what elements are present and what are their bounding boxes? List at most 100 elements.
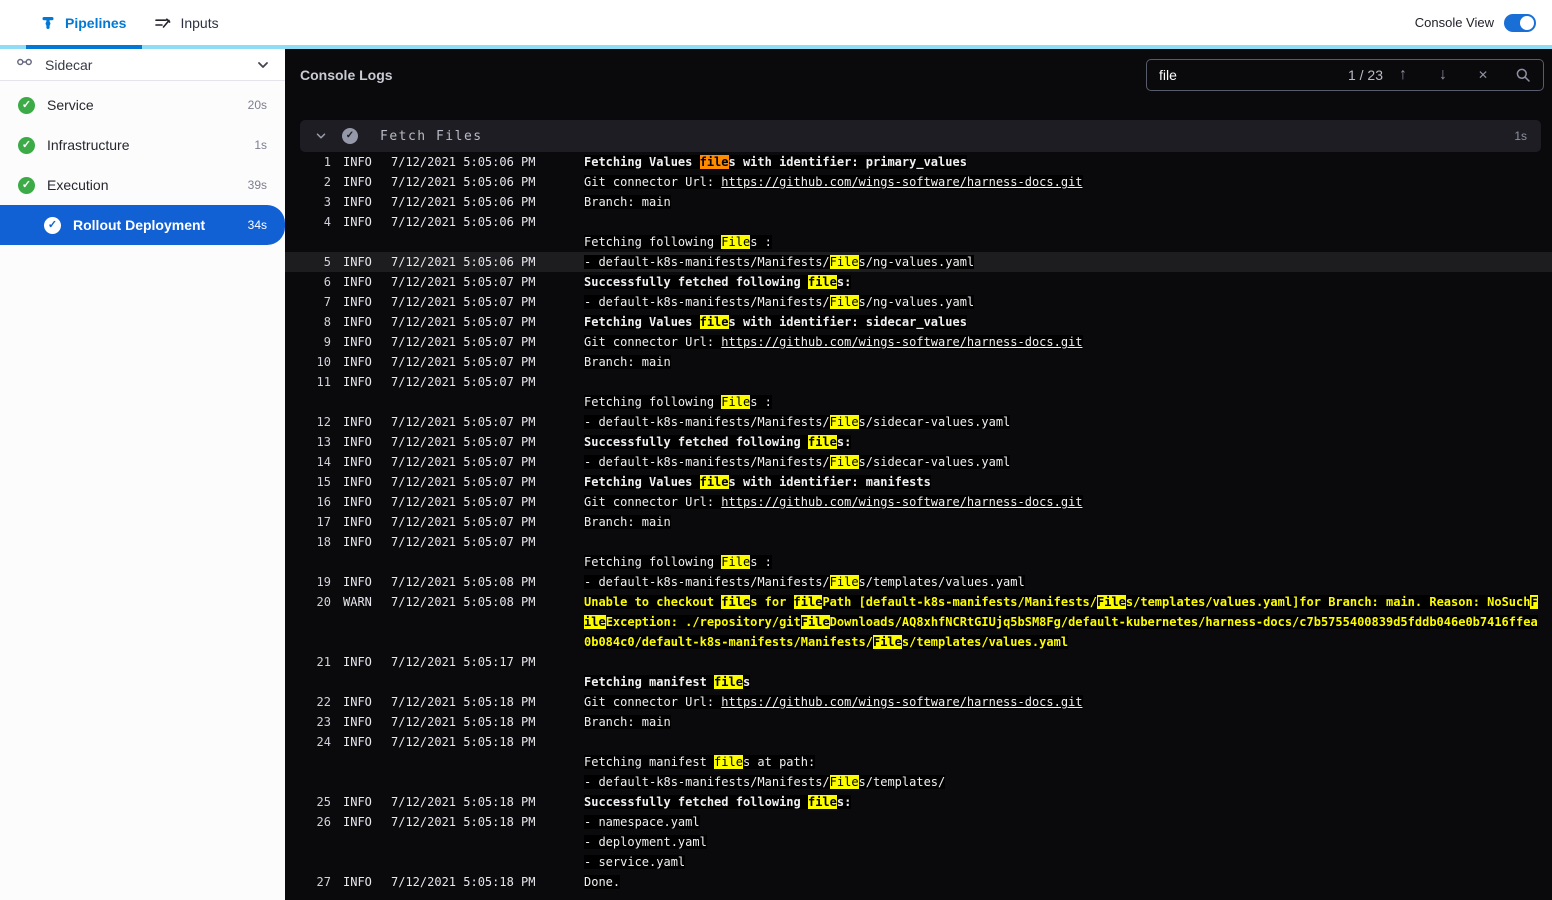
sidebar-item-execution[interactable]: ✓ Execution 39s [0,165,285,205]
search-match: File [800,615,830,629]
step-duration: 39s [247,178,267,192]
log-link[interactable]: https://github.com/wings-software/harnes… [721,175,1082,189]
log-link[interactable]: https://github.com/wings-software/harnes… [721,495,1082,509]
log-row: 2 INFO 7/12/2021 5:05:06 PM Git connector U… [285,172,1552,192]
console-header: Console Logs 1 / 23 ↑ ↓ ✕ [285,49,1552,100]
log-line-number: 8 [323,315,331,329]
success-check-icon: ✓ [18,96,35,114]
log-line-number: 27 [316,875,331,889]
log-timestamp: 7/12/2021 5:05:18 PM [391,695,536,709]
log-line-number: 12 [316,415,331,429]
log-timestamp: 7/12/2021 5:05:07 PM [391,415,536,429]
log-row: 6 INFO 7/12/2021 5:05:07 PM Successfully fe… [285,272,1552,292]
step-label: Rollout Deployment [73,217,206,233]
log-row: 12 INFO 7/12/2021 5:05:07 PM - default-k8s-… [285,412,1552,432]
log-row: 15 INFO 7/12/2021 5:05:07 PM Fetching Value… [285,472,1552,492]
tab-inputs[interactable]: Inputs [140,0,232,45]
log-message: - default-k8s-manifests/Manifests/Files/… [584,575,1025,589]
log-message: Fetching following Files : [584,555,772,569]
log-row: Fetching following Files : [285,552,1552,572]
log-line-number: 20 [316,595,331,609]
log-row: 21 INFO 7/12/2021 5:05:17 PM [285,652,1552,672]
search-close-button[interactable]: ✕ [1463,60,1503,90]
log-row: 14 INFO 7/12/2021 5:05:07 PM - default-k8s-… [285,452,1552,472]
log-row: 3 INFO 7/12/2021 5:05:06 PM Branch: main [285,192,1552,212]
log-link[interactable]: https://github.com/wings-software/harnes… [721,335,1082,349]
log-timestamp: 7/12/2021 5:05:07 PM [391,475,536,489]
pipelines-icon [40,15,56,31]
log-line-number: 15 [316,475,331,489]
chevron-down-icon[interactable] [255,57,271,73]
step-duration: 20s [247,98,267,112]
log-level: INFO [343,195,372,209]
search-match: File [721,395,751,409]
tab-pipelines[interactable]: Pipelines [26,0,140,45]
step-label: Service [47,97,94,113]
log-message: - service.yaml [584,855,686,869]
log-row: Fetching following Files : [285,392,1552,412]
console-view-toggle[interactable] [1504,13,1536,32]
log-level: INFO [343,795,372,809]
success-check-icon: ✓ [18,136,35,154]
log-level: INFO [343,495,372,509]
log-message: Successfully fetched following files: [584,795,852,809]
log-level: INFO [343,355,372,369]
log-message: Successfully fetched following files: [584,275,852,289]
search-match: file [714,675,743,689]
step-duration: 1s [254,138,267,152]
log-section-header[interactable]: ✓ Fetch Files 1s [300,120,1541,152]
log-line-number: 1 [323,155,331,169]
log-timestamp: 7/12/2021 5:05:06 PM [391,195,536,209]
search-match: File [872,635,902,649]
header-underline [0,45,1552,49]
log-level: INFO [343,155,372,169]
log-search-input[interactable] [1147,66,1348,83]
inputs-icon [154,15,171,31]
log-message: Branch: main [584,195,671,209]
log-row: 25 INFO 7/12/2021 5:05:18 PM Successfully f… [285,792,1552,812]
search-next-button[interactable]: ↓ [1423,60,1463,90]
log-line-number: 24 [316,735,331,749]
log-timestamp: 7/12/2021 5:05:18 PM [391,815,536,829]
log-line-number: 13 [316,435,331,449]
search-match: File [829,415,859,429]
log-message: Branch: main [584,515,671,529]
log-message: Git connector Url: https://github.com/wi… [584,175,1083,189]
search-prev-button[interactable]: ↑ [1383,60,1423,90]
log-timestamp: 7/12/2021 5:05:06 PM [391,215,536,229]
log-row: 8 INFO 7/12/2021 5:05:07 PM Fetching Values… [285,312,1552,332]
section-collapse-icon[interactable] [314,129,328,143]
log-row: 10 INFO 7/12/2021 5:05:07 PM Branch: main [285,352,1552,372]
log-timestamp: 7/12/2021 5:05:07 PM [391,515,536,529]
log-line-number: 4 [323,215,331,229]
log-timestamp: 7/12/2021 5:05:06 PM [391,255,536,269]
log-timestamp: 7/12/2021 5:05:07 PM [391,535,536,549]
log-timestamp: 7/12/2021 5:05:07 PM [391,375,536,389]
top-tabs: Pipelines Inputs [0,0,233,45]
sidebar-item-rollout-deployment[interactable]: ✓ Rollout Deployment 34s [0,205,285,245]
log-timestamp: 7/12/2021 5:05:18 PM [391,735,536,749]
log-link[interactable]: https://github.com/wings-software/harnes… [721,695,1082,709]
log-line-number: 5 [323,255,331,269]
active-tab-underline [26,45,142,49]
log-line-number: 17 [316,515,331,529]
log-line-number: 19 [316,575,331,589]
log-row: 13 INFO 7/12/2021 5:05:07 PM Successfully f… [285,432,1552,452]
log-line-number: 14 [316,455,331,469]
sidebar-item-infrastructure[interactable]: ✓ Infrastructure 1s [0,125,285,165]
log-row: Fetching manifest files [285,672,1552,692]
log-timestamp: 7/12/2021 5:05:07 PM [391,315,536,329]
log-row: 16 INFO 7/12/2021 5:05:07 PM Git connector … [285,492,1552,512]
search-icon[interactable] [1503,60,1543,90]
log-row: 26 INFO 7/12/2021 5:05:18 PM - namespace.ya… [285,812,1552,832]
sidebar-item-service[interactable]: ✓ Service 20s [0,85,285,125]
log-level: INFO [343,715,372,729]
log-message: - default-k8s-manifests/Manifests/Files/… [584,255,975,269]
log-message: Fetching following Files : [584,395,772,409]
log-message: - default-k8s-manifests/Manifests/Files/… [584,295,975,309]
log-timestamp: 7/12/2021 5:05:18 PM [391,715,536,729]
log-line-number: 26 [316,815,331,829]
stage-header[interactable]: Sidecar [0,49,285,81]
log-level: INFO [343,475,372,489]
search-match: file [721,595,751,609]
